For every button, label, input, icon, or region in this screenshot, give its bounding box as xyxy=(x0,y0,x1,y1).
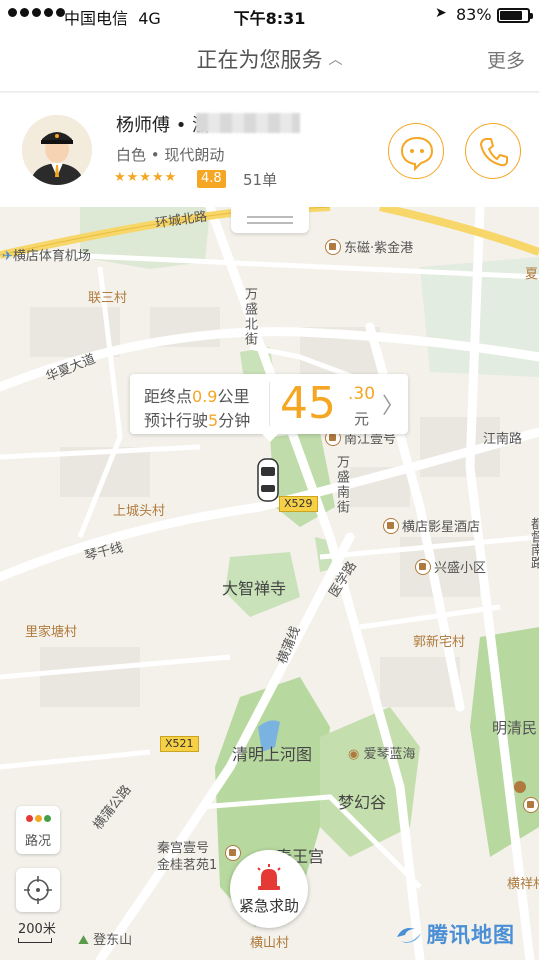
poi-dot-icon: ◉ xyxy=(348,747,360,762)
rating-score: 4.8 xyxy=(197,170,226,188)
driver-card: 杨师傅 • 浙 白色 • 现代朗动 ★★★★★ 4.8 51单 xyxy=(0,93,539,207)
map-label-temple: 大智禅寺 xyxy=(222,579,287,598)
distance-remaining: 距终点0.9公里 xyxy=(144,387,250,406)
car-description: 白色 • 现代朗动 xyxy=(116,146,225,164)
map-label-poi: 横店影星酒店 xyxy=(383,516,480,535)
map-label-road: 都督南路 xyxy=(528,517,539,569)
map-label-poi: 东磁·紫金港 xyxy=(325,237,413,256)
map-label-poi: 金桂茗苑1 xyxy=(157,858,218,873)
poi-icon xyxy=(383,518,399,534)
eta: 预计行驶5分钟 xyxy=(144,411,251,430)
map-label-village: 里家塘村 xyxy=(25,625,78,640)
map-label-road: 万盛南街 xyxy=(334,455,349,515)
map-label-poi: ⛰ 登东山 xyxy=(78,933,133,948)
map-label-village: 上城头村 xyxy=(113,504,166,519)
map-label-park: 清明上河图 xyxy=(232,745,313,764)
poi-icon xyxy=(325,239,341,255)
map-label-road: 江南路 xyxy=(483,432,523,447)
map-label-airport: ✈横店体育机场 xyxy=(2,249,91,264)
chevron-up-icon[interactable]: ︿ xyxy=(329,49,343,69)
status-bar: 中国电信 4G 下午8:31 ➤ 83% xyxy=(0,0,539,30)
map-label-poi xyxy=(225,845,244,862)
chat-bubble-icon xyxy=(400,136,434,172)
tencent-maps-logo-icon xyxy=(397,928,421,943)
siren-icon xyxy=(257,864,281,890)
call-button[interactable] xyxy=(465,123,521,179)
map-scale: 200米 xyxy=(18,918,56,943)
emergency-button[interactable]: 紧急求助 xyxy=(230,850,308,928)
location-arrow-icon: ➤ xyxy=(435,5,447,21)
crosshair-icon xyxy=(24,876,52,904)
locate-button[interactable] xyxy=(16,868,60,912)
road-tag: X529 xyxy=(279,496,318,512)
trip-info-bubble[interactable]: 距终点0.9公里 预计行驶5分钟 45 .30 元 〉 xyxy=(130,374,408,442)
order-count: 51单 xyxy=(243,171,278,189)
fare-amount: 45 xyxy=(280,378,336,429)
map-label-place: 夏 xyxy=(525,267,539,282)
fare-unit: 元 xyxy=(354,410,370,428)
chevron-right-icon[interactable]: 〉 xyxy=(382,388,404,420)
poi-icon xyxy=(225,845,241,861)
airplane-icon: ✈ xyxy=(2,249,13,264)
rating-stars: ★★★★★ xyxy=(114,170,178,185)
map-label-park: 梦幻谷 xyxy=(338,793,387,812)
message-button[interactable] xyxy=(388,123,444,179)
nav-bar: 正在为您服务 ︿ 更多 xyxy=(0,30,539,92)
poi-icon xyxy=(415,559,431,575)
emergency-label: 紧急求助 xyxy=(238,897,299,915)
map-label-poi: 兴盛小区 xyxy=(415,557,486,576)
traffic-toggle[interactable]: 路况 xyxy=(16,806,60,854)
map-label-poi: ◉ 爱琴蓝海 xyxy=(348,747,416,762)
map-view[interactable]: 环城北路 ✈横店体育机场 东磁·紫金港 夏 联三村 万盛北街 华夏大道 南江壹号… xyxy=(0,207,539,960)
phone-icon xyxy=(480,138,508,167)
traffic-label: 路况 xyxy=(24,834,51,849)
map-label-poi xyxy=(523,797,539,814)
driver-avatar[interactable] xyxy=(22,115,92,185)
map-label-road: 万盛北街 xyxy=(242,287,257,347)
battery-icon xyxy=(497,8,533,23)
divider xyxy=(269,382,270,426)
page-title[interactable]: 正在为您服务 ︿ xyxy=(0,44,539,74)
fare-decimal: .30 xyxy=(348,384,376,404)
traffic-light-icon xyxy=(26,815,51,822)
map-label-place: 明清民 xyxy=(492,719,538,737)
poi-icon xyxy=(523,797,539,813)
map-label-village: 联三村 xyxy=(88,291,128,306)
map-label-village: 郭新宅村 xyxy=(413,635,466,650)
drawer-handle[interactable] xyxy=(231,207,309,233)
car-marker-icon xyxy=(257,458,279,502)
map-brand: 腾讯地图 xyxy=(395,919,515,949)
map-label-village: 横祥村 xyxy=(507,877,539,892)
license-plate-blurred xyxy=(196,113,300,133)
more-button[interactable]: 更多 xyxy=(487,46,525,73)
map-label-village: 横山村 xyxy=(250,936,290,951)
road-tag: X521 xyxy=(160,736,199,752)
battery-percent: 83% xyxy=(456,5,492,24)
mountain-icon: ⛰ xyxy=(78,933,89,948)
